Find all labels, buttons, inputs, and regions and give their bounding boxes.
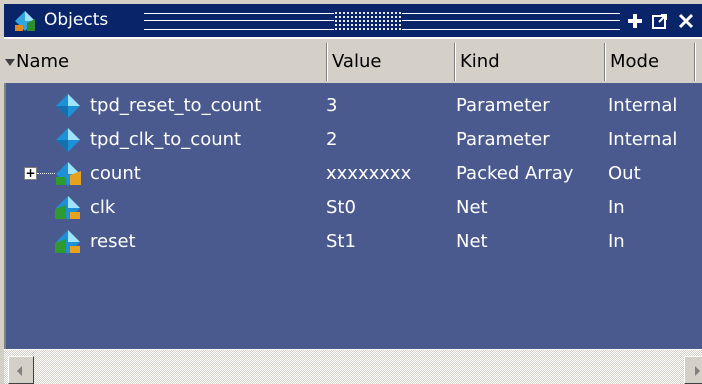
object-kind: Net bbox=[456, 231, 488, 252]
objects-icon bbox=[15, 11, 35, 31]
scroll-left-button[interactable] bbox=[8, 356, 34, 384]
object-value: 3 bbox=[326, 95, 338, 116]
column-divider[interactable] bbox=[694, 43, 695, 81]
object-name: count bbox=[90, 163, 141, 184]
object-kind: Net bbox=[456, 197, 488, 218]
object-mode: Out bbox=[608, 163, 641, 184]
close-icon bbox=[678, 13, 694, 29]
table-row[interactable]: + count xxxxxxxx Packed Array Out bbox=[6, 157, 702, 191]
object-name: clk bbox=[90, 197, 116, 218]
panel-title: Objects bbox=[44, 10, 109, 30]
object-mode: In bbox=[608, 197, 625, 218]
arrow-right-icon bbox=[695, 366, 700, 376]
object-value: St0 bbox=[326, 197, 356, 218]
tree-connector bbox=[37, 173, 55, 175]
title-bar[interactable]: Objects bbox=[4, 4, 702, 37]
object-name: reset bbox=[90, 231, 136, 252]
expand-toggle[interactable]: + bbox=[24, 167, 37, 180]
column-header-mode[interactable]: Mode bbox=[610, 51, 659, 81]
undock-icon bbox=[652, 14, 667, 29]
table-row[interactable]: tpd_reset_to_count 3 Parameter Internal bbox=[6, 89, 702, 123]
object-kind: Packed Array bbox=[456, 163, 574, 184]
arrow-left-icon bbox=[17, 366, 22, 376]
parameter-icon bbox=[56, 128, 80, 152]
object-list: tpd_reset_to_count 3 Parameter Internal … bbox=[4, 83, 702, 349]
signal-in-icon bbox=[55, 196, 80, 220]
column-header-value[interactable]: Value bbox=[332, 51, 381, 81]
signal-out-icon bbox=[56, 162, 81, 186]
objects-panel: Objects Name Value Kind Mode tpd_reset_t… bbox=[0, 0, 702, 384]
table-row[interactable]: clk St0 Net In bbox=[6, 191, 702, 225]
object-kind: Parameter bbox=[456, 95, 550, 116]
undock-button[interactable] bbox=[650, 11, 670, 31]
object-kind: Parameter bbox=[456, 129, 550, 150]
object-name: tpd_clk_to_count bbox=[90, 129, 242, 150]
add-icon bbox=[627, 13, 643, 29]
column-divider[interactable] bbox=[326, 43, 327, 81]
close-button[interactable] bbox=[676, 11, 696, 31]
object-value: St1 bbox=[326, 231, 356, 252]
column-header: Name Value Kind Mode bbox=[4, 37, 702, 83]
object-mode: Internal bbox=[608, 129, 678, 150]
object-value: 2 bbox=[326, 129, 338, 150]
object-mode: In bbox=[608, 231, 625, 252]
sort-down-icon[interactable] bbox=[5, 59, 15, 66]
column-header-kind[interactable]: Kind bbox=[460, 51, 500, 81]
table-row[interactable]: reset St1 Net In bbox=[6, 225, 702, 259]
table-row[interactable]: tpd_clk_to_count 2 Parameter Internal bbox=[6, 123, 702, 157]
scroll-right-button[interactable] bbox=[684, 356, 702, 384]
object-value: xxxxxxxx bbox=[326, 163, 412, 184]
drag-handle[interactable] bbox=[334, 11, 402, 30]
horizontal-scrollbar[interactable] bbox=[4, 349, 702, 384]
object-mode: Internal bbox=[608, 95, 678, 116]
signal-in-icon bbox=[55, 230, 80, 254]
object-name: tpd_reset_to_count bbox=[90, 95, 262, 116]
column-header-name[interactable]: Name bbox=[16, 51, 69, 81]
add-button[interactable] bbox=[625, 11, 645, 31]
column-divider[interactable] bbox=[604, 43, 605, 81]
parameter-icon bbox=[56, 94, 80, 118]
column-divider[interactable] bbox=[454, 43, 455, 81]
